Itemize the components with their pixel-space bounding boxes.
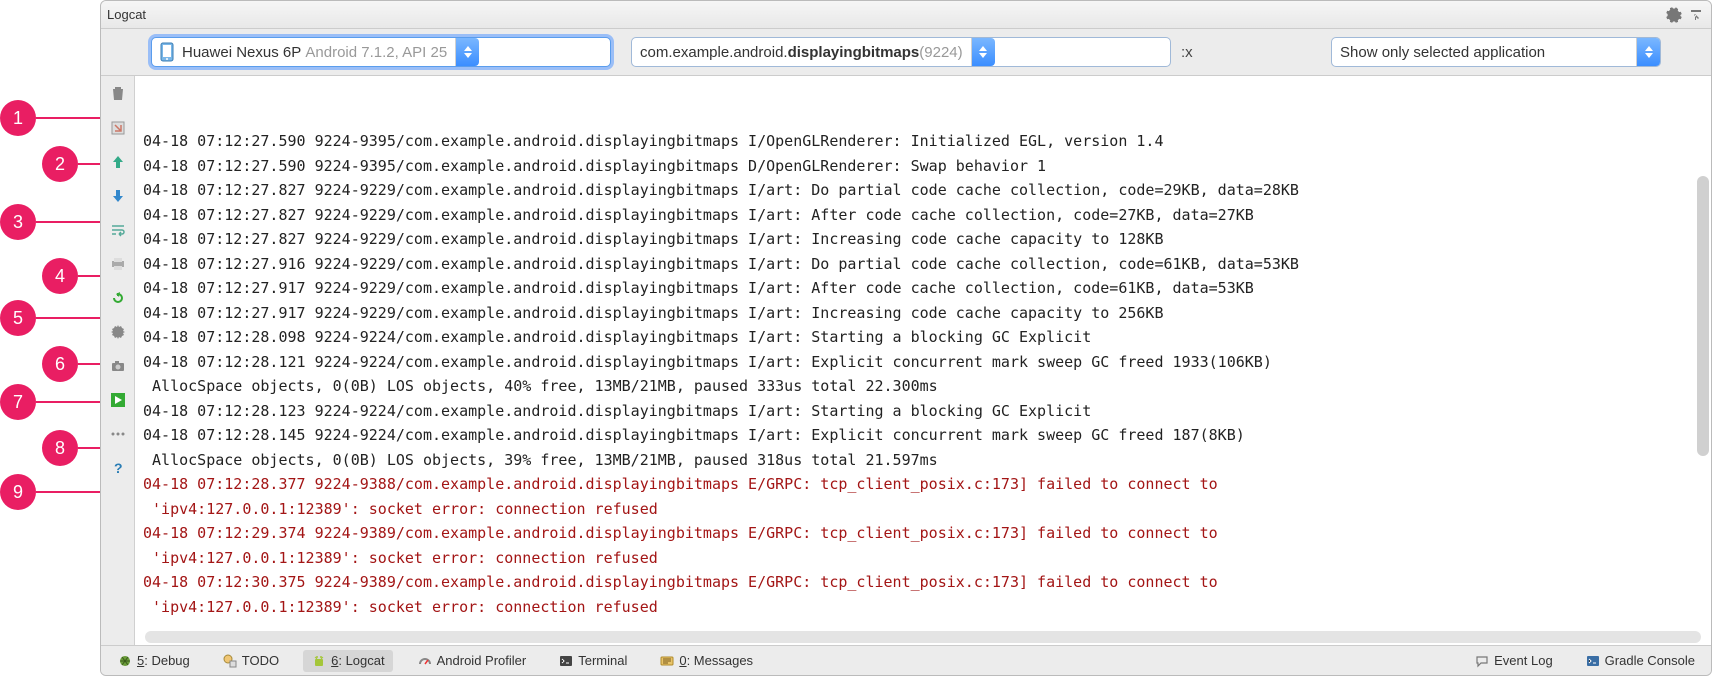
panel-title: Logcat — [107, 7, 146, 22]
gauge-icon — [417, 653, 433, 669]
filter-scope-label: Show only selected application — [1340, 44, 1545, 61]
callout-bubble: 9 — [0, 474, 36, 510]
process-prefix: com.example.android. — [640, 44, 788, 61]
settings-button[interactable] — [106, 320, 130, 344]
titlebar: Logcat — [101, 1, 1711, 29]
down-stack-button[interactable] — [106, 184, 130, 208]
filter-bar: Huawei Nexus 6P Android 7.1.2, API 25 co… — [101, 29, 1711, 75]
tab-messages[interactable]: 0: Messages — [651, 650, 761, 672]
regex-hint: :x — [1181, 44, 1193, 61]
tab-profiler[interactable]: Android Profiler — [409, 650, 535, 672]
chevron-updown-icon[interactable] — [1636, 38, 1660, 66]
log-line: 04-18 07:12:27.827 9224-9229/com.example… — [143, 227, 1703, 252]
log-line: 04-18 07:12:28.377 9224-9388/com.example… — [143, 472, 1703, 497]
soft-wrap-button[interactable] — [106, 218, 130, 242]
log-line: 04-18 07:12:27.917 9224-9229/com.example… — [143, 301, 1703, 326]
print-button[interactable] — [106, 252, 130, 276]
screen-record-button[interactable] — [106, 388, 130, 412]
log-line: 04-18 07:12:27.827 9224-9229/com.example… — [143, 203, 1703, 228]
log-line: 'ipv4:127.0.0.1:12389': socket error: co… — [143, 546, 1703, 571]
tab-debug[interactable]: 5: Debug — [109, 650, 198, 672]
logcat-panel: Logcat Huawei Nexus 6P Android 7.1.2, AP… — [100, 0, 1712, 676]
log-line: 04-18 07:12:28.098 9224-9224/com.example… — [143, 325, 1703, 350]
chevron-updown-icon[interactable] — [455, 38, 479, 66]
more-icon — [106, 422, 130, 446]
process-pid: (9224) — [919, 44, 962, 61]
callout-bubble: 1 — [0, 100, 36, 136]
messages-icon — [659, 653, 675, 669]
hide-icon[interactable] — [1687, 6, 1705, 24]
bottom-toolbar: 5: Debug TODO 6: Logcat Android Profiler… — [101, 645, 1711, 675]
callout-bubble: 5 — [0, 300, 36, 336]
log-line: AllocSpace objects, 0(0B) LOS objects, 4… — [143, 374, 1703, 399]
bug-icon — [117, 653, 133, 669]
log-line: 'ipv4:127.0.0.1:12389': socket error: co… — [143, 497, 1703, 522]
log-line: 04-18 07:12:27.917 9224-9229/com.example… — [143, 276, 1703, 301]
callout-2: 2 — [42, 146, 100, 182]
device-os: Android 7.1.2, API 25 — [305, 44, 447, 61]
process-selector[interactable]: com.example.android.displayingbitmaps (9… — [631, 37, 1171, 67]
log-line: 04-18 07:12:30.375 9224-9389/com.example… — [143, 570, 1703, 595]
log-line: 04-18 07:12:27.590 9224-9395/com.example… — [143, 154, 1703, 179]
callout-3: 3 — [0, 204, 100, 240]
help-button[interactable]: ? — [106, 456, 130, 480]
callout-bubble: 6 — [42, 346, 78, 382]
svg-text:?: ? — [114, 460, 123, 476]
clear-log-button[interactable] — [106, 82, 130, 106]
log-line: 04-18 07:12:28.145 9224-9224/com.example… — [143, 423, 1703, 448]
todo-icon — [222, 653, 238, 669]
horizontal-scrollbar[interactable] — [145, 631, 1701, 643]
log-line: 04-18 07:12:28.121 9224-9224/com.example… — [143, 350, 1703, 375]
vertical-scrollbar[interactable] — [1697, 176, 1709, 456]
callout-bubble: 3 — [0, 204, 36, 240]
scroll-to-end-button[interactable] — [106, 116, 130, 140]
log-line: AllocSpace objects, 0(0B) LOS objects, 3… — [143, 448, 1703, 473]
tab-gradle-console[interactable]: Gradle Console — [1577, 650, 1703, 672]
up-stack-button[interactable] — [106, 150, 130, 174]
callout-4: 4 — [42, 258, 100, 294]
log-line: 04-18 07:12:27.590 9224-9395/com.example… — [143, 129, 1703, 154]
callout-bubble: 8 — [42, 430, 78, 466]
callout-bubble: 4 — [42, 258, 78, 294]
log-line: 04-18 07:12:27.827 9224-9229/com.example… — [143, 178, 1703, 203]
log-line: 'ipv4:127.0.0.1:12389': socket error: co… — [143, 595, 1703, 620]
screenshot-button[interactable] — [106, 354, 130, 378]
phone-icon — [160, 42, 176, 62]
android-icon — [311, 653, 327, 669]
tab-logcat[interactable]: 6: Logcat — [303, 650, 393, 672]
terminal-icon — [558, 653, 574, 669]
tab-terminal[interactable]: Terminal — [550, 650, 635, 672]
gear-icon[interactable] — [1665, 6, 1683, 24]
callout-7: 7 — [0, 384, 100, 420]
callout-9: 9 — [0, 474, 100, 510]
callouts: 123456789 — [0, 0, 100, 676]
filter-scope-selector[interactable]: Show only selected application — [1331, 37, 1661, 67]
callout-5: 5 — [0, 300, 100, 336]
toolbar-gutter: ? — [101, 76, 135, 645]
chevron-updown-icon[interactable] — [971, 38, 995, 66]
callout-bubble: 7 — [0, 384, 36, 420]
tab-eventlog[interactable]: Event Log — [1466, 650, 1561, 672]
device-name: Huawei Nexus 6P — [182, 44, 301, 61]
device-selector[interactable]: Huawei Nexus 6P Android 7.1.2, API 25 — [151, 37, 611, 67]
log-line: 04-18 07:12:27.916 9224-9229/com.example… — [143, 252, 1703, 277]
body: ? 04-18 07:12:27.590 9224-9395/com.examp… — [101, 75, 1711, 645]
callout-8: 8 — [42, 430, 100, 466]
callout-1: 1 — [0, 100, 100, 136]
callout-6: 6 — [42, 346, 100, 382]
callout-bubble: 2 — [42, 146, 78, 182]
gradle-icon — [1585, 653, 1601, 669]
speech-icon — [1474, 653, 1490, 669]
log-line: 04-18 07:12:28.123 9224-9224/com.example… — [143, 399, 1703, 424]
process-name: displayingbitmaps — [788, 44, 920, 61]
tab-todo[interactable]: TODO — [214, 650, 287, 672]
log-output[interactable]: 04-18 07:12:27.590 9224-9395/com.example… — [135, 76, 1711, 645]
log-line: 04-18 07:12:29.374 9224-9389/com.example… — [143, 521, 1703, 546]
restart-button[interactable] — [106, 286, 130, 310]
